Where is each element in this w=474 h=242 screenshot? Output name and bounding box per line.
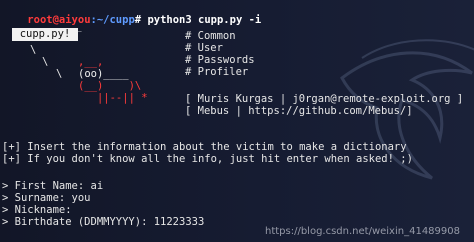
banner-label: cupp.py! <box>12 28 78 41</box>
menu-item-passwords: # Passwords <box>185 54 255 66</box>
prompt-path: :~/cupp <box>90 14 135 26</box>
ascii-cow-ears: ,__, <box>78 56 104 68</box>
credit-author: [ Muris Kurgas | j0rgan@remote-exploit.o… <box>185 93 464 105</box>
ascii-slash-3: \ <box>56 68 63 80</box>
field-birthdate[interactable]: > Birthdate (DDMMYYYY): 11223333 <box>2 216 204 228</box>
info-line-1: [+] Insert the information about the vic… <box>2 141 407 153</box>
ascii-slash-1: \ <box>30 44 37 56</box>
ascii-cow-body: (__) )\ <box>78 80 142 92</box>
menu-item-common: # Common <box>185 30 236 42</box>
ascii-slash-2: \ <box>42 56 49 68</box>
info-line-2: [+] If you don't know all the info, just… <box>2 153 413 165</box>
credit-maintainer: [ Mebus | https://github.com/Mebus/] <box>185 105 413 117</box>
menu-item-profiler: # Profiler <box>185 66 249 78</box>
field-surname[interactable]: > Surname: you <box>2 192 91 204</box>
prompt-symbol: # <box>134 14 148 26</box>
field-nickname[interactable]: > Nickname: <box>2 204 72 216</box>
ascii-cow-legs: ||--|| * <box>78 92 148 104</box>
prompt-command: python3 cupp.py -i <box>147 14 262 26</box>
ascii-cow-face: (oo)____ <box>78 68 129 80</box>
terminal-window[interactable]: root@aiyou:~/cupp# python3 cupp.py -i __… <box>0 0 474 242</box>
menu-item-user: # User <box>185 42 223 54</box>
watermark-url: https://blog.csdn.net/weixin_41489908 <box>264 226 460 237</box>
field-first-name[interactable]: > First Name: ai <box>2 180 103 192</box>
